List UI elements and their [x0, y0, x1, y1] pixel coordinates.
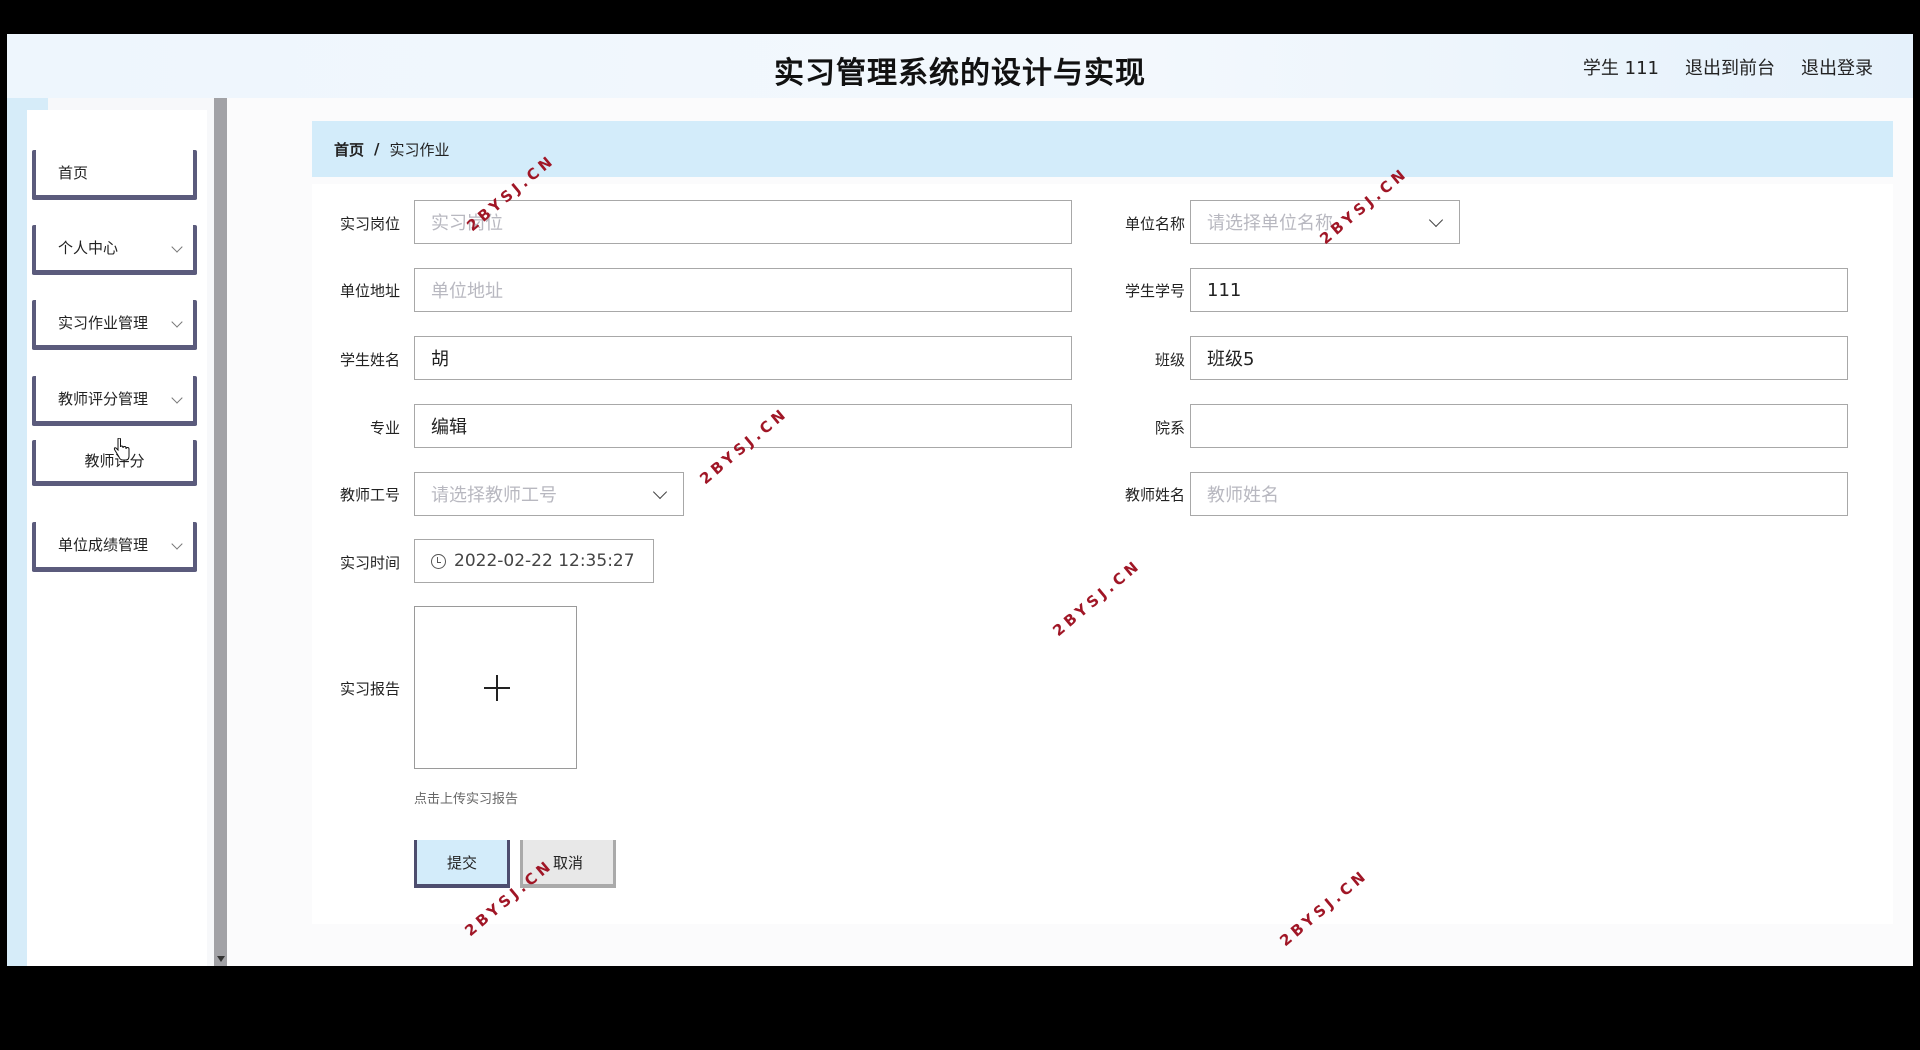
- major-label: 专业: [369, 419, 400, 437]
- internship-time-picker[interactable]: 2022-02-22 12:35:27: [414, 539, 654, 583]
- position-label: 实习岗位: [339, 215, 400, 233]
- class-input[interactable]: 班级5: [1190, 336, 1848, 380]
- app-window: 实习管理系统的设计与实现 学生 111 退出到前台 退出登录 首页 个人中心 实…: [7, 34, 1913, 966]
- internship-time-label: 实习时间: [339, 554, 400, 572]
- unit-name-label: 单位名称: [1124, 215, 1185, 233]
- back-to-front-link[interactable]: 退出到前台: [1685, 54, 1775, 80]
- breadcrumb-home[interactable]: 首页: [334, 139, 364, 160]
- chevron-down-icon: [171, 538, 183, 550]
- chevron-down-icon: [171, 241, 183, 253]
- sidebar-scrollbar[interactable]: [214, 98, 227, 966]
- teacher-name-label: 教师姓名: [1124, 486, 1185, 504]
- sidebar-item-homework-management[interactable]: 实习作业管理: [32, 300, 197, 350]
- sidebar-item-label: 个人中心: [58, 239, 119, 257]
- report-label: 实习报告: [339, 680, 400, 698]
- student-name-label: 学生姓名: [339, 351, 400, 369]
- chevron-down-icon: [1428, 212, 1444, 228]
- sidebar-item-label: 教师评分管理: [58, 390, 149, 408]
- unit-address-label: 单位地址: [339, 282, 400, 300]
- internship-time-value: 2022-02-22 12:35:27: [454, 551, 635, 571]
- submit-button[interactable]: 提交: [414, 840, 510, 888]
- top-header: 实习管理系统的设计与实现 学生 111 退出到前台 退出登录: [7, 34, 1913, 98]
- unit-address-input[interactable]: 单位地址: [414, 268, 1072, 312]
- teacher-id-label: 教师工号: [339, 486, 400, 504]
- student-id-label: 学生学号: [1124, 282, 1185, 300]
- teacher-id-select[interactable]: 请选择教师工号: [414, 472, 684, 516]
- position-input[interactable]: 实习岗位: [414, 200, 1072, 244]
- report-upload-button[interactable]: [414, 606, 577, 769]
- sidebar-item-label: 实习作业管理: [58, 314, 149, 332]
- department-input[interactable]: [1190, 404, 1848, 448]
- plus-icon-vertical: [496, 675, 498, 701]
- sidebar-item-home[interactable]: 首页: [32, 150, 197, 200]
- student-name-input[interactable]: 胡: [414, 336, 1072, 380]
- chevron-down-icon: [171, 392, 183, 404]
- current-user-label: 学生 111: [1582, 58, 1659, 79]
- sidebar-item-unit-score-management[interactable]: 单位成绩管理: [32, 522, 197, 572]
- chevron-down-icon: [171, 316, 183, 328]
- header-actions: 学生 111 退出到前台 退出登录: [1583, 54, 1873, 80]
- department-label: 院系: [1154, 419, 1185, 437]
- chevron-down-icon: [652, 484, 668, 500]
- clock-icon: [431, 553, 446, 569]
- breadcrumb-current: 实习作业: [389, 140, 450, 159]
- logout-link[interactable]: 退出登录: [1801, 54, 1873, 80]
- class-label: 班级: [1154, 351, 1185, 369]
- upload-hint: 点击上传实习报告: [414, 792, 519, 807]
- sidebar-item-label: 首页: [58, 164, 89, 182]
- teacher-id-placeholder: 请选择教师工号: [431, 485, 557, 506]
- breadcrumb-separator: /: [374, 140, 380, 158]
- sidebar-item-personal-center[interactable]: 个人中心: [32, 225, 197, 275]
- sidebar: 首页 个人中心 实习作业管理 教师评分管理 教师评分 单位成绩管理: [27, 110, 207, 966]
- sidebar-item-teacher-score-management[interactable]: 教师评分管理: [32, 376, 197, 426]
- hand-cursor-icon: [113, 438, 130, 461]
- student-id-input[interactable]: 111: [1190, 268, 1848, 312]
- teacher-name-input[interactable]: 教师姓名: [1190, 472, 1848, 516]
- sidebar-item-label: 单位成绩管理: [58, 536, 149, 554]
- scroll-down-arrow-icon[interactable]: [217, 956, 225, 962]
- unit-name-placeholder: 请选择单位名称: [1207, 213, 1333, 234]
